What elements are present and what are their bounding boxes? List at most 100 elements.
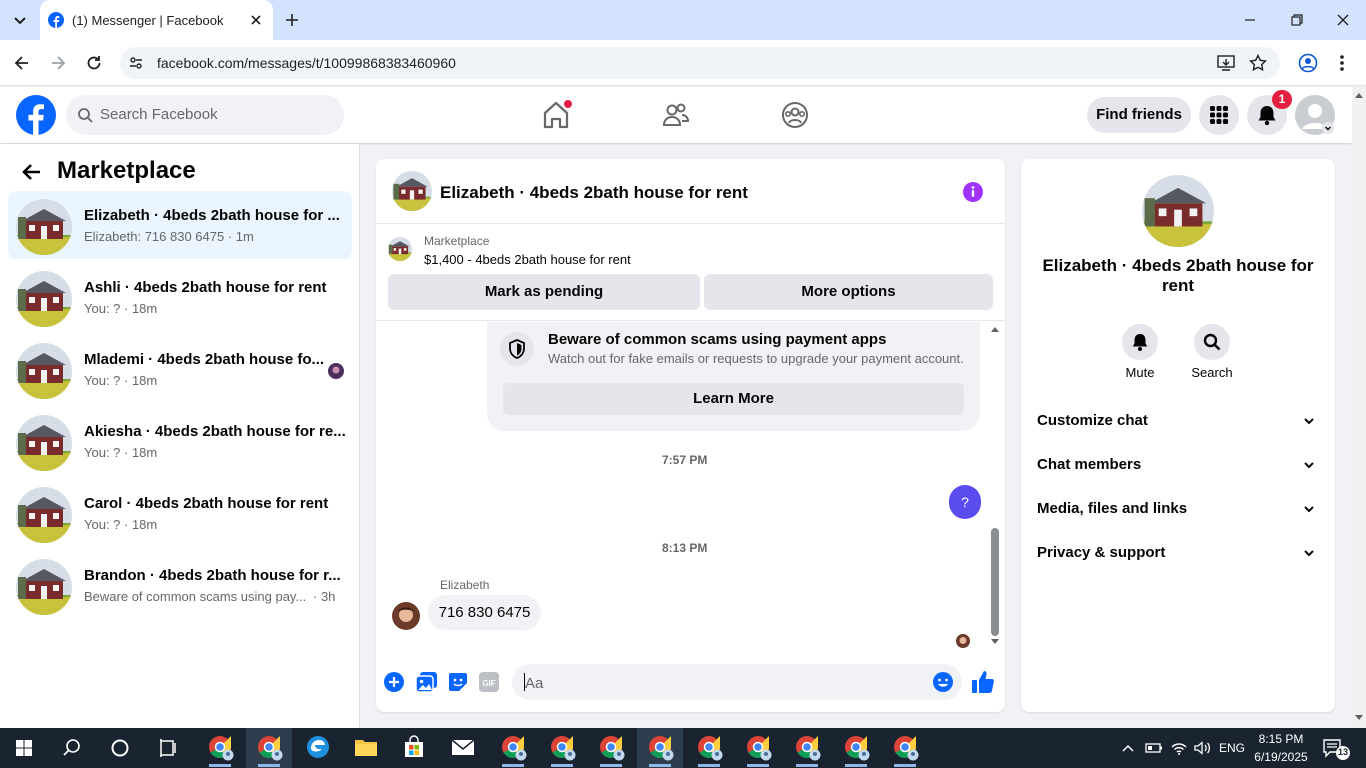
chrome-profile-app[interactable]	[686, 728, 732, 768]
task-view-button[interactable]	[144, 728, 192, 768]
start-button[interactable]	[0, 728, 48, 768]
like-button[interactable]	[972, 670, 994, 694]
chat-info-button[interactable]	[962, 181, 984, 203]
clock-time[interactable]: 8:15 PM	[1252, 732, 1310, 746]
restore-icon[interactable]	[1289, 12, 1305, 28]
window-close-icon[interactable]	[1335, 12, 1351, 28]
plus-circle-icon	[384, 672, 404, 692]
site-info-icon[interactable]	[128, 55, 144, 71]
taskbar-search-button[interactable]	[48, 728, 96, 768]
show-hidden-icons[interactable]	[1121, 741, 1135, 755]
facebook-logo-icon[interactable]	[16, 95, 56, 135]
listing-title[interactable]: $1,400 - 4beds 2bath house for rent	[424, 252, 631, 267]
mute-button[interactable]	[1122, 324, 1158, 360]
chevron-down-icon	[1304, 550, 1314, 557]
emoji-button[interactable]	[932, 671, 954, 693]
marketplace-label: Marketplace	[424, 234, 490, 248]
chrome-profile-app[interactable]	[784, 728, 830, 768]
bookmark-star-icon[interactable]	[1249, 54, 1267, 72]
chrome-profile-app[interactable]	[588, 728, 634, 768]
chat-scroll-thumb[interactable]	[991, 528, 999, 636]
conversation-avatar	[16, 415, 72, 471]
chat-members-row[interactable]: Chat members	[1037, 453, 1319, 477]
facebook-favicon-icon	[48, 12, 64, 28]
install-app-icon[interactable]	[1217, 54, 1235, 72]
sticker-button[interactable]	[448, 672, 468, 692]
forward-arrow-icon[interactable]	[48, 53, 68, 73]
back-button[interactable]	[20, 160, 44, 184]
conversation-name: Carol · 4beds 2bath house for rent	[84, 495, 329, 512]
tab-close-icon[interactable]	[248, 12, 264, 28]
privacy-support-row[interactable]: Privacy & support	[1037, 541, 1319, 565]
listing-thumbnail[interactable]	[388, 237, 412, 261]
read-receipt-avatar	[956, 634, 970, 648]
account-avatar[interactable]	[1295, 95, 1335, 135]
details-avatar[interactable]	[1142, 175, 1214, 247]
scroll-down-icon[interactable]	[990, 638, 1000, 646]
back-arrow-icon[interactable]	[12, 53, 32, 73]
conversation-avatar	[16, 487, 72, 543]
edge-app[interactable]	[295, 728, 341, 768]
reload-icon[interactable]	[84, 53, 104, 73]
nav-friends[interactable]	[662, 102, 690, 128]
sent-message[interactable]: ?	[949, 485, 981, 519]
page-title: Marketplace	[57, 157, 196, 184]
divider	[376, 320, 1005, 321]
find-friends-button[interactable]: Find friends	[1087, 97, 1191, 133]
chrome-app[interactable]	[490, 728, 536, 768]
minimize-icon[interactable]	[1242, 12, 1258, 28]
search-placeholder: Search Facebook	[100, 106, 218, 123]
conversation-time: · 3h	[313, 589, 336, 604]
cortana-button[interactable]	[96, 728, 144, 768]
mail-app[interactable]	[440, 728, 486, 768]
volume-icon[interactable]	[1193, 740, 1211, 756]
learn-more-button[interactable]: Learn More	[503, 383, 964, 415]
chrome-profile-app[interactable]	[735, 728, 781, 768]
more-options-button[interactable]: More options	[704, 274, 993, 310]
chrome-profile-app[interactable]	[882, 728, 928, 768]
chrome-profile-app[interactable]	[833, 728, 879, 768]
back-arrow-icon	[22, 164, 40, 180]
chrome-icon	[747, 736, 772, 761]
house-thumbnail-icon	[1142, 175, 1214, 247]
chat-title[interactable]: Elizabeth · 4beds 2bath house for rent	[440, 183, 748, 203]
nav-groups[interactable]	[781, 101, 809, 129]
chrome-profile-app[interactable]	[246, 728, 292, 768]
gif-button[interactable]: GIF	[479, 672, 499, 692]
conversation-name: Ashli · 4beds 2bath house for rent	[84, 279, 327, 296]
nav-home[interactable]	[540, 100, 572, 130]
chrome-profile-app[interactable]	[197, 728, 243, 768]
scroll-up-icon[interactable]	[990, 325, 1000, 333]
house-thumbnail-icon	[388, 237, 412, 261]
page-scrollbar[interactable]	[1352, 87, 1366, 728]
clock-date[interactable]: 6/19/2025	[1252, 750, 1310, 764]
more-actions-button[interactable]	[383, 671, 405, 693]
message-input[interactable]	[512, 664, 962, 700]
action-center-button[interactable]: 13	[1322, 738, 1352, 760]
sender-avatar[interactable]	[392, 602, 420, 630]
chat-avatar[interactable]	[392, 171, 432, 211]
search-conversation-button[interactable]	[1194, 324, 1230, 360]
tab-search-button[interactable]	[8, 8, 32, 32]
microsoft-store-app[interactable]	[391, 728, 437, 768]
task-view-icon	[160, 739, 176, 757]
menu-grid-button[interactable]	[1199, 95, 1239, 135]
received-message[interactable]: 716 830 6475	[428, 595, 541, 630]
browser-menu-icon[interactable]	[1336, 53, 1348, 73]
notification-badge: 1	[1272, 90, 1292, 109]
profile-icon[interactable]	[1298, 53, 1318, 73]
input-language[interactable]: ENG	[1219, 741, 1245, 755]
wifi-icon[interactable]	[1170, 740, 1188, 756]
file-explorer-app[interactable]	[343, 728, 389, 768]
new-tab-icon[interactable]	[284, 12, 300, 28]
media-files-links-row[interactable]: Media, files and links	[1037, 497, 1319, 521]
conversation-avatar	[16, 343, 72, 399]
mute-label: Mute	[1125, 365, 1155, 380]
chrome-profile-app[interactable]	[637, 728, 683, 768]
mark-pending-button[interactable]: Mark as pending	[388, 274, 700, 310]
battery-icon[interactable]	[1145, 741, 1163, 755]
chrome-profile-app[interactable]	[539, 728, 585, 768]
customize-chat-row[interactable]: Customize chat	[1037, 409, 1319, 433]
attach-media-button[interactable]	[416, 672, 438, 692]
conversation-name: Akiesha · 4beds 2bath house for re...	[84, 423, 346, 440]
